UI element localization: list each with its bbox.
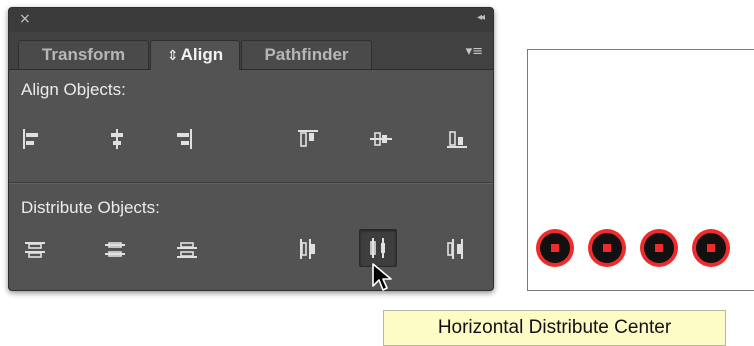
align-panel: × ◂◂ Transform ⇕ Align Pathfinder ▾≡ Alig… xyxy=(8,7,494,291)
vertical-align-bottom-icon[interactable] xyxy=(441,123,473,155)
tab-pathfinder[interactable]: Pathfinder xyxy=(241,40,372,69)
section-divider xyxy=(9,182,493,184)
panel-titlebar: × ◂◂ xyxy=(9,8,493,32)
tab-pathfinder-label: Pathfinder xyxy=(264,45,349,64)
horizontal-align-center-icon[interactable] xyxy=(101,123,133,155)
tab-transform-label: Transform xyxy=(41,45,126,64)
vertical-distribute-top-icon[interactable] xyxy=(19,233,51,265)
artboard xyxy=(527,49,754,291)
options-toggle-icon[interactable]: ⇕ xyxy=(167,47,179,63)
mouse-cursor-icon xyxy=(372,263,392,291)
circle-object[interactable] xyxy=(588,229,626,267)
circle-object[interactable] xyxy=(640,229,678,267)
horizontal-distribute-left-icon[interactable] xyxy=(292,233,324,265)
distribute-objects-label: Distribute Objects: xyxy=(21,198,160,217)
collapse-panel-icon[interactable]: ◂◂ xyxy=(477,12,485,23)
vertical-distribute-bottom-icon[interactable] xyxy=(171,233,203,265)
panel-menu-icon[interactable]: ▾≡ xyxy=(466,44,483,59)
tab-align-label: Align xyxy=(180,45,224,64)
circle-object[interactable] xyxy=(692,229,730,267)
horizontal-distribute-right-icon[interactable] xyxy=(439,233,471,265)
horizontal-align-right-icon[interactable] xyxy=(168,123,200,155)
align-objects-label: Align Objects: xyxy=(21,80,126,99)
tab-transform[interactable]: Transform xyxy=(18,40,149,69)
vertical-align-center-icon[interactable] xyxy=(365,123,397,155)
panel-tab-bar: Transform ⇕ Align Pathfinder ▾≡ xyxy=(9,32,493,70)
tooltip: Horizontal Distribute Center xyxy=(383,310,726,346)
circle-object[interactable] xyxy=(536,229,574,267)
close-icon[interactable]: × xyxy=(19,11,31,27)
tab-align[interactable]: ⇕ Align xyxy=(150,40,240,70)
horizontal-align-left-icon[interactable] xyxy=(15,123,47,155)
vertical-align-top-icon[interactable] xyxy=(292,123,324,155)
vertical-distribute-center-icon[interactable] xyxy=(99,233,131,265)
